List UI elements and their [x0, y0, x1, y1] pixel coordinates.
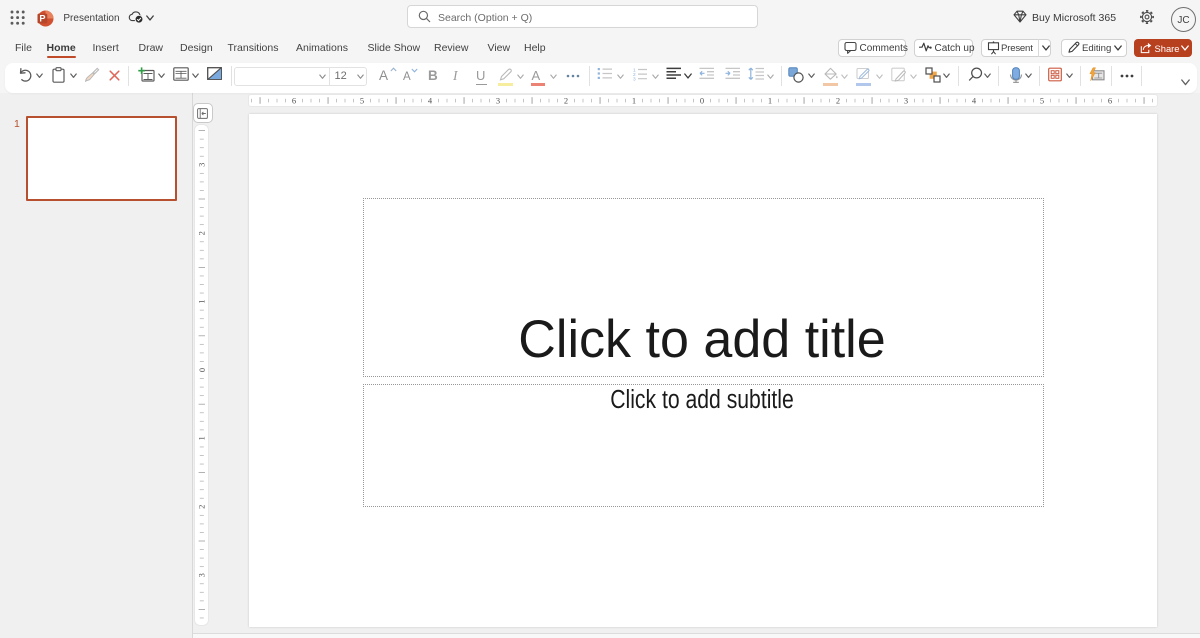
svg-text:3: 3: [496, 96, 500, 106]
svg-text:2: 2: [836, 96, 840, 106]
svg-text:4: 4: [428, 96, 433, 106]
svg-text:1: 1: [632, 96, 636, 106]
svg-text:2: 2: [564, 96, 568, 106]
svg-text:0: 0: [196, 368, 206, 372]
svg-text:1: 1: [196, 436, 206, 440]
svg-text:4: 4: [972, 96, 977, 106]
svg-text:1: 1: [768, 96, 772, 106]
svg-text:2: 2: [196, 505, 206, 509]
svg-text:0: 0: [700, 96, 704, 106]
svg-text:3: 3: [196, 163, 206, 167]
svg-text:3: 3: [633, 77, 636, 81]
svg-text:P: P: [39, 13, 45, 23]
svg-text:6: 6: [292, 96, 296, 106]
svg-text:2: 2: [196, 231, 206, 235]
svg-text:5: 5: [1040, 96, 1044, 106]
svg-text:5: 5: [360, 96, 364, 106]
svg-text:6: 6: [1108, 96, 1112, 106]
svg-text:1: 1: [196, 299, 206, 303]
svg-text:3: 3: [196, 573, 206, 577]
svg-text:3: 3: [904, 96, 908, 106]
